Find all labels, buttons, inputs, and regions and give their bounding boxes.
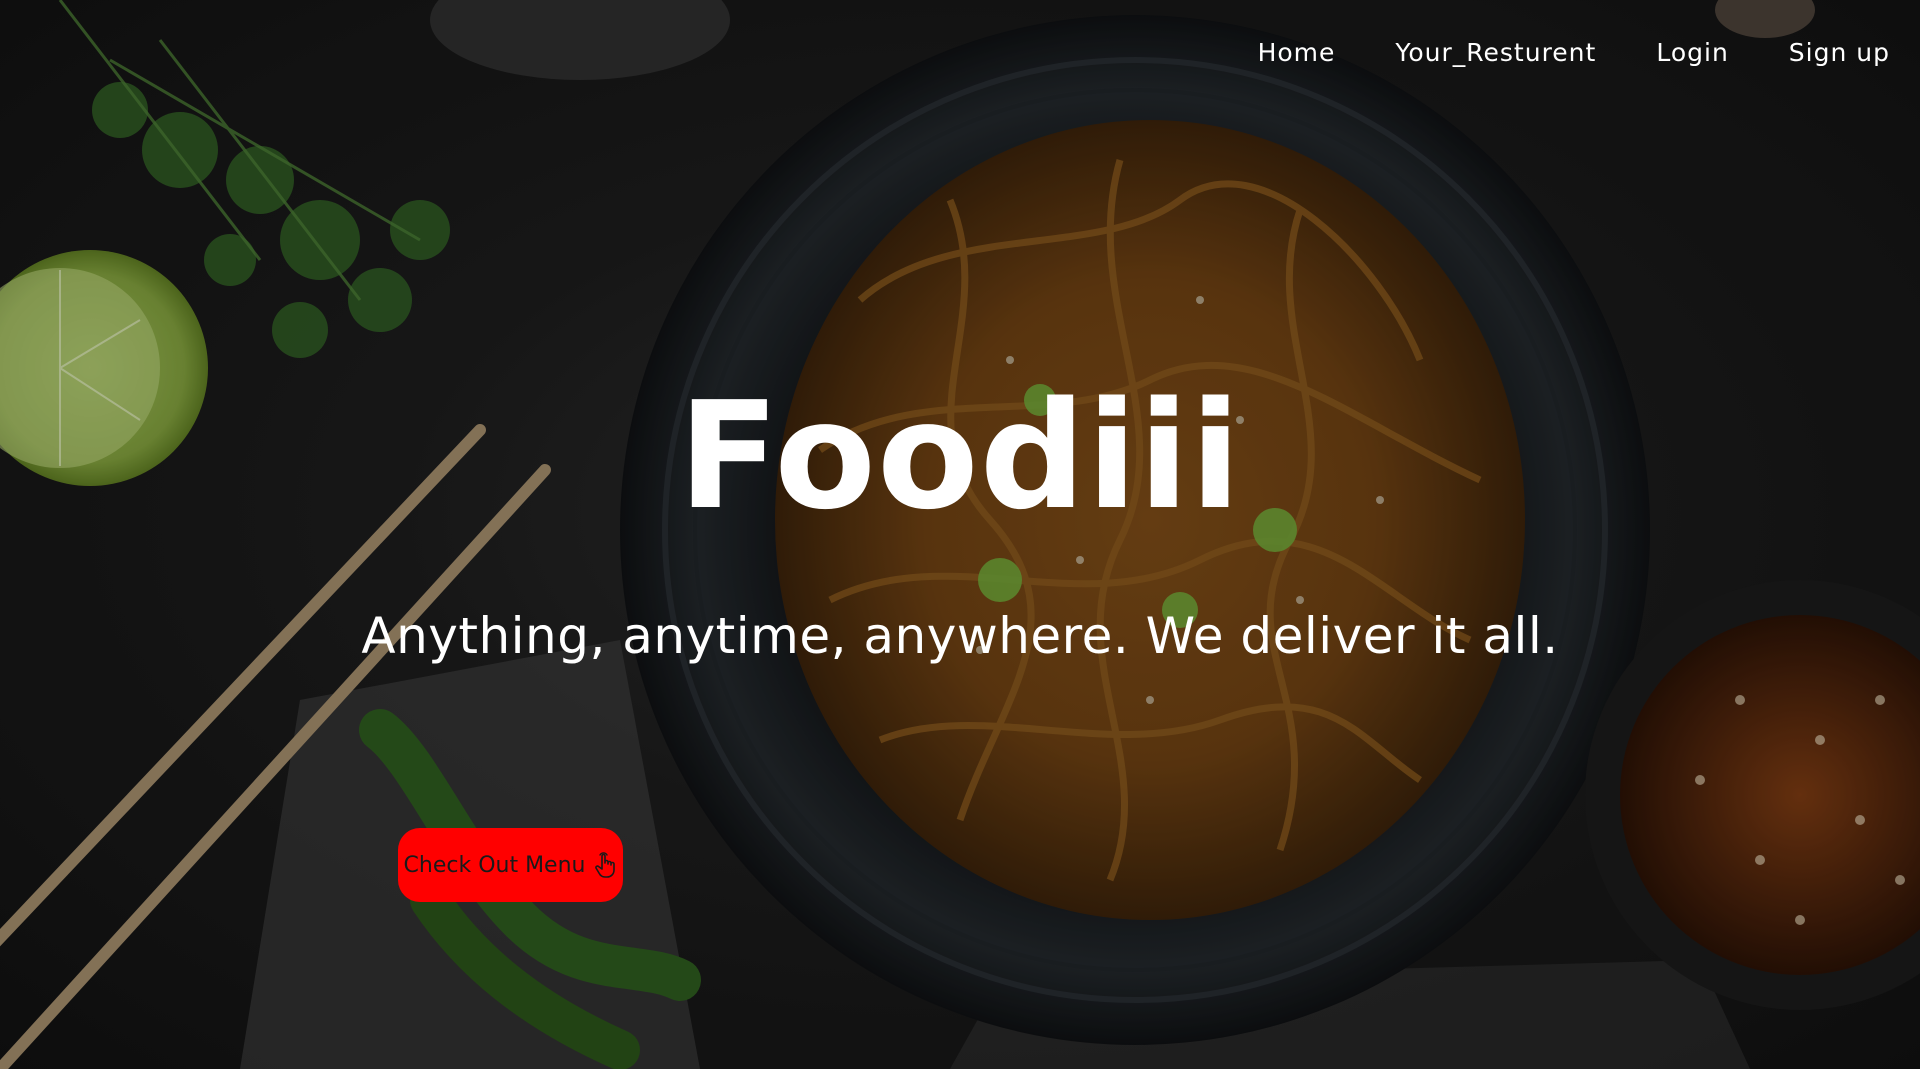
nav-link-home[interactable]: Home	[1258, 38, 1336, 67]
pointer-hand-icon	[593, 852, 617, 878]
check-out-menu-button[interactable]: Check Out Menu	[398, 828, 623, 902]
brand-title: Foodiii	[678, 370, 1242, 542]
check-out-menu-label: Check Out Menu	[403, 852, 586, 878]
tagline: Anything, anytime, anywhere. We deliver …	[361, 607, 1559, 665]
nav-link-your-restaurant[interactable]: Your_Resturent	[1395, 38, 1596, 67]
hero-section: Home Your_Resturent Login Sign up Foodii…	[0, 0, 1920, 1069]
nav-link-login[interactable]: Login	[1656, 38, 1728, 67]
top-navbar: Home Your_Resturent Login Sign up	[1258, 38, 1890, 67]
nav-link-sign-up[interactable]: Sign up	[1789, 38, 1890, 67]
